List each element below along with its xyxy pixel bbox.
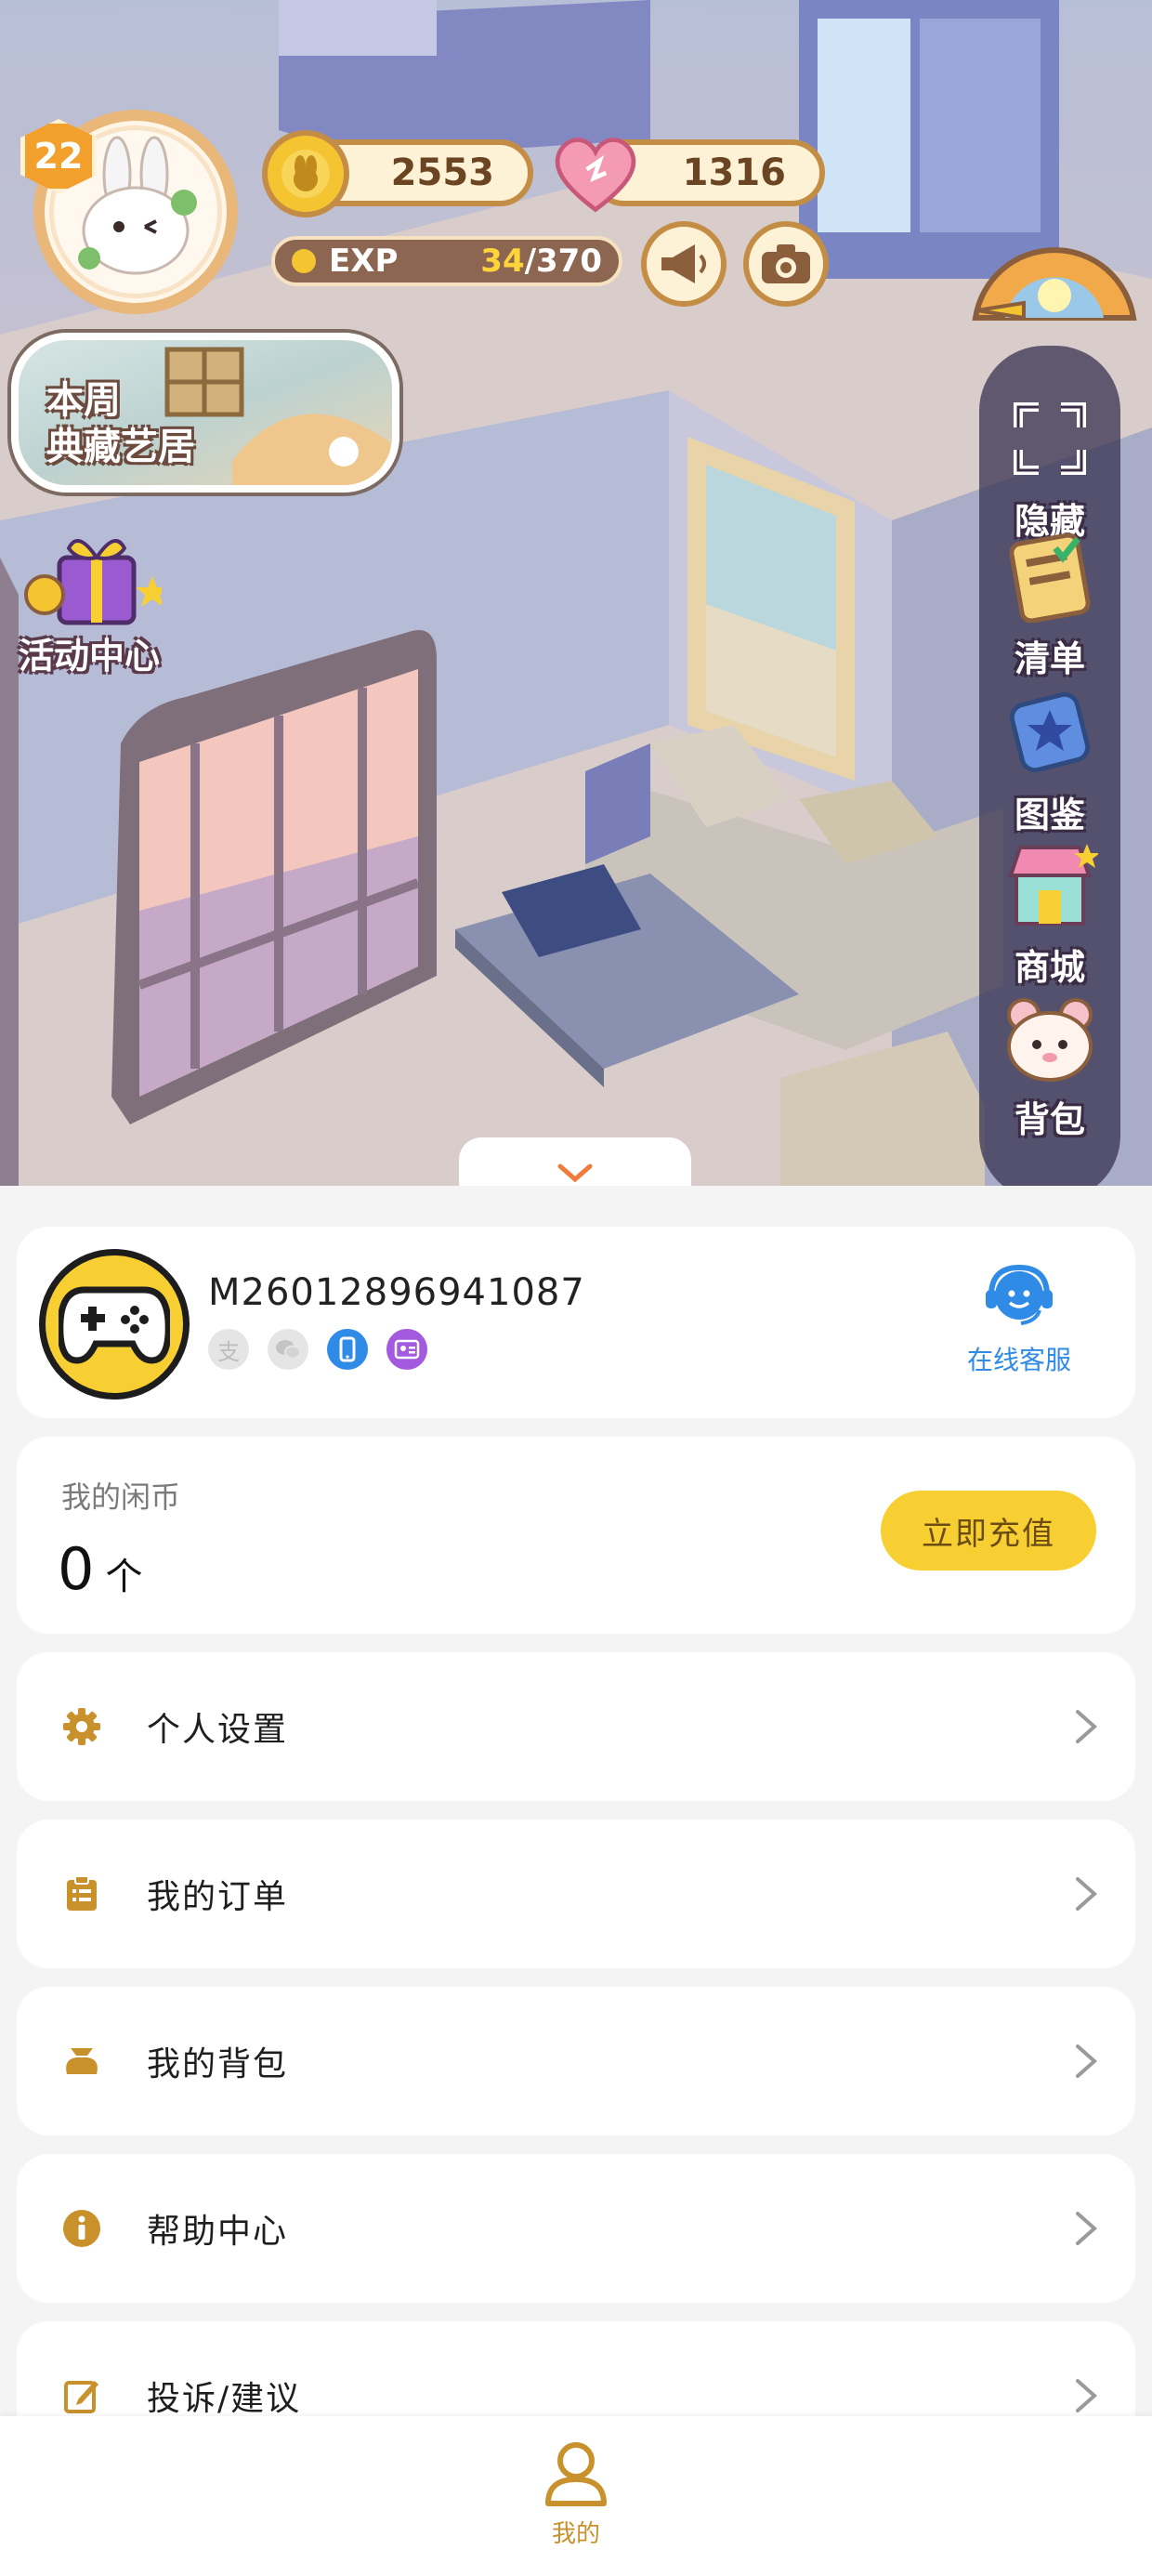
gear-icon bbox=[61, 1706, 102, 1747]
menu-item-backpack[interactable]: 我的背包 bbox=[17, 1987, 1135, 2136]
menu-item-backpack-label: 我的背包 bbox=[147, 2045, 289, 2083]
activity-center-button[interactable]: 活动中心 bbox=[9, 520, 177, 678]
menu-item-settings-label: 个人设置 bbox=[147, 1711, 289, 1749]
coins-card: 我的闲币 0个 立即充值 bbox=[17, 1437, 1135, 1634]
heart-value: 1316 bbox=[682, 151, 786, 194]
menu-item-help-label: 帮助中心 bbox=[147, 2213, 289, 2251]
chevron-right-icon bbox=[1076, 2044, 1098, 2078]
edit-icon bbox=[61, 2375, 102, 2416]
exp-value: 34/370 bbox=[480, 243, 602, 280]
chevron-right-icon bbox=[1076, 2379, 1098, 2412]
color-wheel-fan-icon[interactable] bbox=[968, 206, 1141, 322]
side-menu-hide[interactable]: 隐藏 bbox=[988, 390, 1111, 544]
user-id: M26012896941087 bbox=[208, 1271, 585, 1314]
exp-dot-icon bbox=[292, 249, 316, 273]
chevron-right-icon bbox=[1076, 2212, 1098, 2245]
side-menu-collection-label: 图鉴 bbox=[1014, 795, 1085, 835]
side-menu-shop[interactable]: 商城 bbox=[988, 836, 1111, 990]
weekly-collection-banner[interactable]: 本周 典藏艺居 bbox=[11, 333, 399, 493]
tab-mine-label: 我的 bbox=[551, 2520, 600, 2548]
coins-balance: 0个 bbox=[58, 1535, 143, 1603]
menu-item-settings[interactable]: 个人设置 bbox=[17, 1652, 1135, 1801]
collapse-scene-button[interactable] bbox=[459, 1137, 691, 1189]
alipay-icon: 支 bbox=[208, 1329, 249, 1370]
side-menu-shop-label: 商城 bbox=[1014, 947, 1085, 988]
side-menu-backpack-label: 背包 bbox=[1014, 1099, 1085, 1140]
camera-icon bbox=[762, 244, 810, 283]
phone-icon bbox=[327, 1329, 368, 1370]
heart-icon bbox=[552, 130, 639, 217]
chevron-right-icon bbox=[1076, 1877, 1098, 1911]
online-service-label: 在线客服 bbox=[966, 1345, 1071, 1375]
activity-center-label: 活动中心 bbox=[19, 636, 161, 677]
side-menu-backpack[interactable]: 背包 bbox=[988, 989, 1111, 1142]
wechat-icon bbox=[268, 1329, 308, 1370]
user-avatar[interactable] bbox=[39, 1249, 190, 1400]
id-card-icon bbox=[386, 1329, 427, 1370]
gamepad-icon bbox=[59, 1286, 170, 1364]
clipboard-icon bbox=[61, 1873, 102, 1914]
weekly-banner-text: 本周 典藏艺居 bbox=[46, 379, 195, 468]
recharge-button[interactable]: 立即充值 bbox=[881, 1491, 1096, 1571]
tab-mine[interactable]: 我的 bbox=[530, 2440, 622, 2549]
checklist-icon bbox=[1001, 528, 1098, 624]
menu-item-feedback-label: 投诉/建议 bbox=[147, 2380, 302, 2418]
announcement-button[interactable] bbox=[641, 221, 727, 307]
menu-item-orders-label: 我的订单 bbox=[147, 1878, 289, 1916]
user-profile-icon bbox=[545, 2442, 607, 2506]
chevron-right-icon bbox=[1076, 1710, 1098, 1743]
online-service-button[interactable]: 在线客服 bbox=[949, 1264, 1089, 1377]
side-menu-collection[interactable]: 图鉴 bbox=[988, 684, 1111, 837]
chevron-down-icon bbox=[557, 1163, 593, 1183]
star-book-icon bbox=[1001, 684, 1098, 781]
fullscreen-corners-icon bbox=[1001, 390, 1098, 487]
megaphone-icon bbox=[661, 244, 706, 283]
info-icon bbox=[61, 2208, 102, 2249]
gift-box-icon bbox=[24, 539, 162, 625]
menu-item-help[interactable]: 帮助中心 bbox=[17, 2154, 1135, 2303]
exp-bar: EXP 34/370 bbox=[271, 236, 622, 286]
headset-service-icon bbox=[986, 1264, 1053, 1325]
bottom-nav: 我的 bbox=[0, 2416, 1152, 2576]
bear-bag-icon bbox=[1001, 989, 1098, 1085]
side-menu-checklist[interactable]: 清单 bbox=[988, 528, 1111, 681]
game-scene[interactable]: 22 2553 1316 EXP 34/370 本周 典藏艺居 活动中心 隐藏 … bbox=[0, 0, 1152, 1189]
coin-icon bbox=[262, 130, 349, 217]
profile-card: M26012896941087 支 在线客服 bbox=[17, 1227, 1135, 1418]
exp-label: EXP bbox=[329, 243, 399, 280]
pouch-icon bbox=[61, 2041, 102, 2082]
coins-title: 我的闲币 bbox=[61, 1479, 181, 1515]
camera-button[interactable] bbox=[743, 221, 829, 307]
side-menu-checklist-label: 清单 bbox=[1014, 638, 1085, 679]
profile-panel: M26012896941087 支 在线客服 我的闲币 0 个 立即充值 个人设… bbox=[0, 1186, 1152, 2470]
coin-value: 2553 bbox=[390, 151, 494, 194]
login-method-icons: 支 bbox=[208, 1329, 427, 1370]
menu-item-orders[interactable]: 我的订单 bbox=[17, 1820, 1135, 1968]
shop-awning-icon bbox=[1001, 836, 1098, 933]
